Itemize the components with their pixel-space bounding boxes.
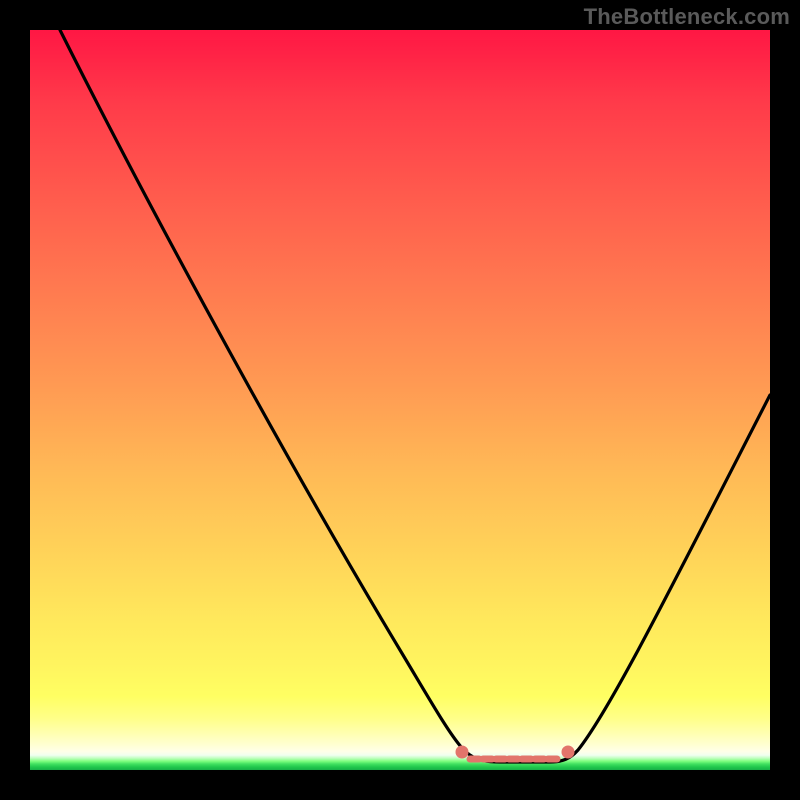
bottleneck-curve bbox=[60, 30, 770, 762]
valley-start-dot bbox=[456, 746, 468, 758]
plot-area bbox=[30, 30, 770, 770]
optimal-range-marker bbox=[456, 746, 574, 759]
chart-frame: TheBottleneck.com bbox=[0, 0, 800, 800]
watermark-text: TheBottleneck.com bbox=[584, 4, 790, 30]
valley-end-dot bbox=[562, 746, 574, 758]
curve-layer bbox=[30, 30, 770, 770]
